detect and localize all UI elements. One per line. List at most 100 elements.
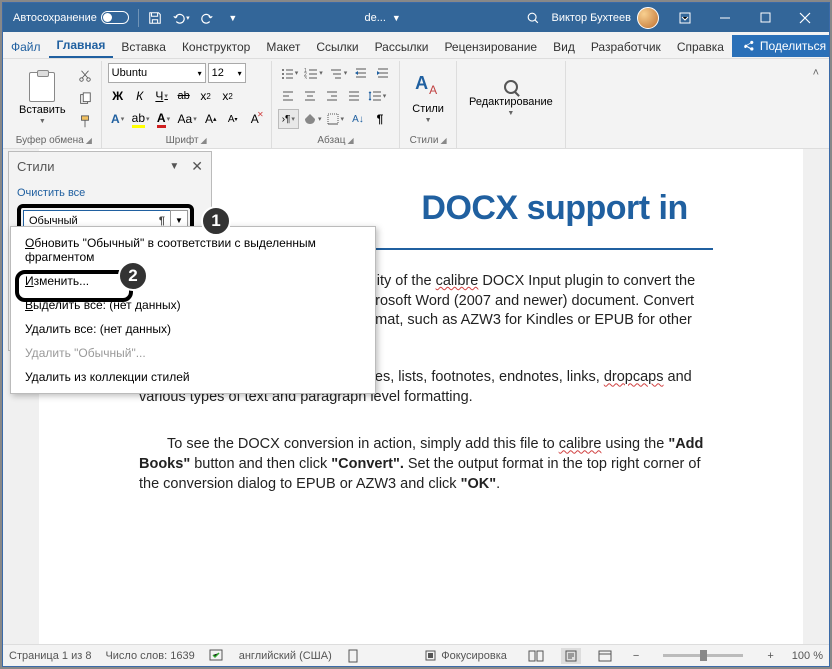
statusbar: Страница 1 из 8 Число слов: 1639 английс… xyxy=(3,644,829,666)
doc-paragraph[interactable]: To see the DOCX conversion in action, si… xyxy=(139,435,713,494)
print-layout-button[interactable] xyxy=(561,648,581,664)
bold-button[interactable]: Ж xyxy=(108,86,128,106)
font-name-select[interactable]: Ubuntu▾ xyxy=(108,63,206,83)
dec-indent-button[interactable] xyxy=(351,63,371,83)
justify-button[interactable] xyxy=(344,86,364,106)
styles-pane-title: Стили xyxy=(17,159,157,174)
line-spacing-button[interactable]: ▾ xyxy=(366,86,389,106)
titlebar: Автосохранение ▾ ▼ de... ▼ Виктор Бухтее… xyxy=(3,3,829,32)
zoom-in-button[interactable]: + xyxy=(763,648,777,664)
change-case-button[interactable]: Aa▾ xyxy=(176,109,199,129)
copy-button[interactable] xyxy=(75,89,95,109)
strikethrough-button[interactable]: ab xyxy=(174,86,194,106)
styles-pane-options[interactable]: ▼ xyxy=(157,161,191,172)
tab-developer[interactable]: Разработчик xyxy=(583,35,669,58)
ctx-modify-style[interactable]: Изменить... xyxy=(11,269,375,293)
inc-indent-button[interactable] xyxy=(373,63,393,83)
editing-button[interactable]: Редактирование ▼ xyxy=(463,63,559,133)
read-mode-button[interactable] xyxy=(525,648,547,664)
tab-design[interactable]: Конструктор xyxy=(174,35,258,58)
close-button[interactable] xyxy=(785,3,825,32)
tab-home[interactable]: Главная xyxy=(49,33,114,58)
status-spellcheck[interactable] xyxy=(209,649,225,662)
numbering-button[interactable]: 123▾ xyxy=(302,63,325,83)
paste-button[interactable]: Вставить ▼ xyxy=(13,63,72,133)
ribbon: Вставить ▼ Буфер обмена◢ Ubuntu▾ 12▾ xyxy=(3,59,829,149)
collapse-ribbon-button[interactable]: ˄ xyxy=(807,61,825,85)
paragraph-group-label: Абзац xyxy=(317,135,345,146)
sort-button[interactable]: А↓ xyxy=(348,109,368,129)
font-size-select[interactable]: 12▾ xyxy=(208,63,246,83)
bullets-button[interactable]: ▾ xyxy=(278,63,301,83)
grow-font-button[interactable]: A▴ xyxy=(201,109,221,129)
tab-layout[interactable]: Макет xyxy=(258,35,308,58)
align-center-button[interactable] xyxy=(300,86,320,106)
redo-button[interactable] xyxy=(194,5,220,31)
undo-button[interactable]: ▾ xyxy=(168,5,194,31)
status-page[interactable]: Страница 1 из 8 xyxy=(9,650,91,662)
superscript-button[interactable]: x2 xyxy=(218,86,238,106)
status-words[interactable]: Число слов: 1639 xyxy=(105,650,194,662)
clear-formatting-button[interactable]: A✕ xyxy=(245,109,265,129)
minimize-button[interactable] xyxy=(705,3,745,32)
styles-gallery-button[interactable]: Стили ▼ xyxy=(406,63,450,133)
zoom-out-button[interactable]: − xyxy=(629,648,643,664)
ribbon-options-button[interactable] xyxy=(665,3,705,32)
show-marks-button[interactable]: ¶ xyxy=(370,109,390,129)
ctx-remove-gallery[interactable]: Удалить из коллекции стилей xyxy=(11,365,375,389)
web-layout-button[interactable] xyxy=(595,648,615,664)
align-left-button[interactable] xyxy=(278,86,298,106)
clipboard-launcher[interactable]: ◢ xyxy=(86,136,92,145)
text-direction-button[interactable]: ›¶▾ xyxy=(278,109,299,129)
doc-name[interactable]: de... xyxy=(365,12,386,24)
status-language[interactable]: английский (США) xyxy=(239,650,332,662)
clipboard-group-label: Буфер обмена xyxy=(16,135,84,146)
group-clipboard: Вставить ▼ Буфер обмена◢ xyxy=(7,61,102,148)
share-button[interactable]: Поделиться xyxy=(732,35,830,57)
ctx-delete-all[interactable]: Удалить все: (нет данных) xyxy=(11,317,375,341)
cut-button[interactable] xyxy=(75,66,95,86)
font-color-button[interactable]: А▾ xyxy=(154,109,174,129)
highlight-button[interactable]: ab▾ xyxy=(130,109,152,129)
autosave-toggle[interactable]: Автосохранение xyxy=(7,11,135,24)
status-accessibility[interactable] xyxy=(346,649,360,663)
save-button[interactable] xyxy=(142,5,168,31)
app-window: Автосохранение ▾ ▼ de... ▼ Виктор Бухтее… xyxy=(2,2,830,667)
styles-pane-close[interactable]: ✕ xyxy=(191,158,203,175)
clear-all-link[interactable]: Очистить все xyxy=(17,187,203,199)
tab-view[interactable]: Вид xyxy=(545,35,583,58)
borders-button[interactable]: ▾ xyxy=(325,109,346,129)
align-right-button[interactable] xyxy=(322,86,342,106)
tab-insert[interactable]: Вставка xyxy=(113,35,174,58)
ctx-update-style[interactable]: Обновить "Обычный" в соответствии с выде… xyxy=(11,231,375,269)
tab-mailings[interactable]: Рассылки xyxy=(367,35,437,58)
tab-references[interactable]: Ссылки xyxy=(308,35,366,58)
search-button[interactable] xyxy=(520,5,546,31)
paragraph-mark-icon: ¶ xyxy=(159,215,165,227)
paragraph-launcher[interactable]: ◢ xyxy=(347,136,353,145)
tab-review[interactable]: Рецензирование xyxy=(436,35,545,58)
tab-file[interactable]: Файл xyxy=(3,35,49,58)
underline-button[interactable]: Ч▾ xyxy=(152,86,172,106)
group-font: Ubuntu▾ 12▾ Ж К Ч▾ ab x2 x2 A▾ ab▾ А xyxy=(102,61,272,148)
focus-mode-button[interactable]: Фокусировка xyxy=(420,647,511,664)
subscript-button[interactable]: x2 xyxy=(196,86,216,106)
ctx-select-all[interactable]: Выделить все: (нет данных) xyxy=(11,293,375,317)
share-label: Поделиться xyxy=(760,39,826,53)
zoom-level[interactable]: 100 % xyxy=(792,650,823,662)
styles-launcher[interactable]: ◢ xyxy=(440,136,446,145)
italic-button[interactable]: К xyxy=(130,86,150,106)
ctx-delete-style: Удалить "Обычный"... xyxy=(11,341,375,365)
format-painter-button[interactable] xyxy=(75,112,95,132)
doc-name-dropdown-icon[interactable]: ▼ xyxy=(392,13,401,23)
maximize-button[interactable] xyxy=(745,3,785,32)
zoom-slider[interactable] xyxy=(663,654,743,657)
shrink-font-button[interactable]: A▾ xyxy=(223,109,243,129)
tab-help[interactable]: Справка xyxy=(669,35,732,58)
font-launcher[interactable]: ◢ xyxy=(201,136,207,145)
qat-customize[interactable]: ▼ xyxy=(220,5,246,31)
shading-button[interactable]: ▾ xyxy=(301,109,324,129)
multilevel-button[interactable]: ▾ xyxy=(327,63,350,83)
user-account[interactable]: Виктор Бухтеев xyxy=(546,7,665,29)
text-effects-button[interactable]: A▾ xyxy=(108,109,128,129)
